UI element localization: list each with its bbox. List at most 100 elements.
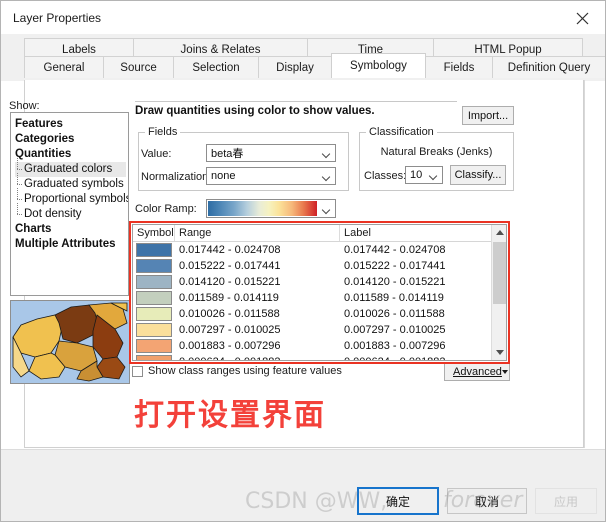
symbol-swatch-cell[interactable] [133, 290, 175, 306]
show-item-proportional-symbols[interactable]: Proportional symbols [15, 188, 128, 207]
chevron-down-icon [425, 173, 442, 177]
advanced-button-label: Advanced [453, 365, 502, 378]
symbol-swatch-cell[interactable] [133, 306, 175, 322]
column-header-symbol[interactable]: Symbol [133, 225, 175, 241]
label-cell[interactable]: 0.011589 - 0.014119 [340, 290, 485, 306]
range-cell[interactable]: 0.015222 - 0.017441 [175, 258, 340, 274]
ok-button[interactable]: 确定 [357, 487, 439, 515]
map-preview-thumbnail [10, 300, 130, 384]
range-cell[interactable]: 0.001883 - 0.007296 [175, 338, 340, 354]
tab-definition-query[interactable]: Definition Query [492, 56, 605, 78]
color-swatch[interactable] [136, 323, 172, 337]
symbol-swatch-cell[interactable] [133, 242, 175, 258]
cancel-button[interactable]: 取消 [447, 488, 527, 514]
color-swatch[interactable] [136, 307, 172, 321]
checkbox-icon [132, 365, 143, 377]
table-row[interactable]: 0.017442 - 0.024708 0.017442 - 0.024708 [133, 242, 506, 258]
chevron-down-icon [318, 174, 335, 178]
advanced-button[interactable]: Advanced [444, 362, 510, 381]
table-row[interactable]: 0.001883 - 0.007296 0.001883 - 0.007296 [133, 338, 506, 354]
label-cell[interactable]: 0.015222 - 0.017441 [340, 258, 485, 274]
column-header-label[interactable]: Label [340, 225, 485, 241]
table-row[interactable]: 0.011589 - 0.014119 0.011589 - 0.014119 [133, 290, 506, 306]
color-swatch[interactable] [136, 259, 172, 273]
table-body[interactable]: 0.017442 - 0.024708 0.017442 - 0.024708 0.… [133, 242, 506, 360]
symbol-swatch-cell[interactable] [133, 322, 175, 338]
close-icon[interactable] [565, 5, 599, 31]
range-cell[interactable]: 0.007297 - 0.010025 [175, 322, 340, 338]
table-header-row: Symbol Range Label [133, 225, 506, 242]
show-item-quantities[interactable]: Quantities [15, 147, 126, 162]
normalization-label: Normalization: [141, 171, 212, 183]
color-swatch[interactable] [136, 291, 172, 305]
layer-properties-dialog: Layer Properties Labels Joins & Relates Ti… [0, 0, 606, 522]
range-cell[interactable]: 0.000624 - 0.001882 [175, 354, 340, 360]
range-cell[interactable]: 0.010026 - 0.011588 [175, 306, 340, 322]
tab-display[interactable]: Display [258, 56, 332, 78]
show-item-graduated-colors[interactable]: Graduated colors [15, 158, 126, 177]
table-row[interactable]: 0.010026 - 0.011588 0.010026 - 0.011588 [133, 306, 506, 322]
value-label: Value: [141, 148, 172, 160]
caret-up-icon[interactable] [492, 225, 506, 240]
title-bar: Layer Properties [1, 1, 605, 34]
classification-method: Natural Breaks (Jenks) [380, 146, 493, 158]
symbol-swatch-cell[interactable] [133, 338, 175, 354]
classes-label: Classes: [364, 170, 407, 182]
tab-selection[interactable]: Selection [173, 56, 259, 78]
show-item-graduated-symbols[interactable]: Graduated symbols [15, 173, 126, 192]
symbol-swatch-cell[interactable] [133, 258, 175, 274]
table-row[interactable]: 0.014120 - 0.015221 0.014120 - 0.015221 [133, 274, 506, 290]
label-cell[interactable]: 0.007297 - 0.010025 [340, 322, 485, 338]
label-cell[interactable]: 0.001883 - 0.007296 [340, 338, 485, 354]
show-item-charts[interactable]: Charts [15, 222, 126, 237]
table-scrollbar[interactable] [491, 225, 506, 360]
table-row[interactable]: 0.007297 - 0.010025 0.007297 - 0.010025 [133, 322, 506, 338]
tab-strip: Labels Joins & Relates Time HTML Popup Gene… [1, 34, 605, 81]
fields-group-legend: Fields [145, 126, 181, 138]
label-cell[interactable]: 0.017442 - 0.024708 [340, 242, 485, 258]
show-item-multiple-attributes[interactable]: Multiple Attributes [15, 237, 126, 252]
value-dropdown[interactable]: beta春 [206, 144, 336, 162]
symbol-swatch-cell[interactable] [133, 354, 175, 360]
classes-dropdown[interactable]: 10 [405, 166, 443, 184]
window-title: Layer Properties [13, 10, 102, 25]
show-class-ranges-label: Show class ranges using feature values [148, 365, 342, 377]
color-swatch[interactable] [136, 243, 172, 257]
range-cell[interactable]: 0.017442 - 0.024708 [175, 242, 340, 258]
symbol-swatch-cell[interactable] [133, 274, 175, 290]
tab-general[interactable]: General [24, 56, 104, 78]
normalization-dropdown[interactable]: none [206, 167, 336, 185]
color-swatch[interactable] [136, 355, 172, 360]
table-row[interactable]: 0.000624 - 0.0018820.000624 - 0.001882 [133, 354, 506, 360]
panel-divider [584, 80, 585, 448]
draw-heading: Draw quantities using color to show valu… [135, 105, 375, 117]
column-header-range[interactable]: Range [175, 225, 340, 241]
tab-symbology[interactable]: Symbology [331, 53, 426, 78]
chevron-down-icon [318, 151, 335, 155]
show-item-features[interactable]: Features [15, 117, 126, 132]
show-label: Show: [9, 100, 40, 112]
color-ramp-dropdown[interactable] [206, 199, 336, 218]
heading-rule [135, 101, 457, 102]
caret-down-icon[interactable] [492, 345, 506, 360]
color-swatch[interactable] [136, 339, 172, 353]
chevron-down-icon [318, 207, 335, 211]
show-item-dot-density[interactable]: Dot density [15, 203, 126, 222]
label-cell[interactable]: 0.014120 - 0.015221 [340, 274, 485, 290]
show-class-ranges-checkbox[interactable]: Show class ranges using feature values [132, 365, 342, 377]
color-ramp-swatch [208, 201, 317, 216]
import-button[interactable]: Import... [462, 106, 514, 125]
classify-button[interactable]: Classify... [450, 165, 506, 185]
classification-table[interactable]: Symbol Range Label 0.017442 - 0.024708 0.01… [132, 224, 507, 361]
scrollbar-thumb[interactable] [493, 242, 506, 304]
label-cell[interactable]: 0.010026 - 0.011588 [340, 306, 485, 322]
tab-fields[interactable]: Fields [425, 56, 493, 78]
table-row[interactable]: 0.015222 - 0.017441 0.015222 - 0.017441 [133, 258, 506, 274]
label-cell[interactable]: 0.000624 - 0.001882 [340, 354, 485, 360]
color-swatch[interactable] [136, 275, 172, 289]
range-cell[interactable]: 0.014120 - 0.015221 [175, 274, 340, 290]
show-item-categories[interactable]: Categories [15, 132, 126, 147]
range-cell[interactable]: 0.011589 - 0.014119 [175, 290, 340, 306]
show-tree[interactable]: Features Categories Quantities Graduated co… [10, 112, 129, 296]
tab-source[interactable]: Source [103, 56, 174, 78]
